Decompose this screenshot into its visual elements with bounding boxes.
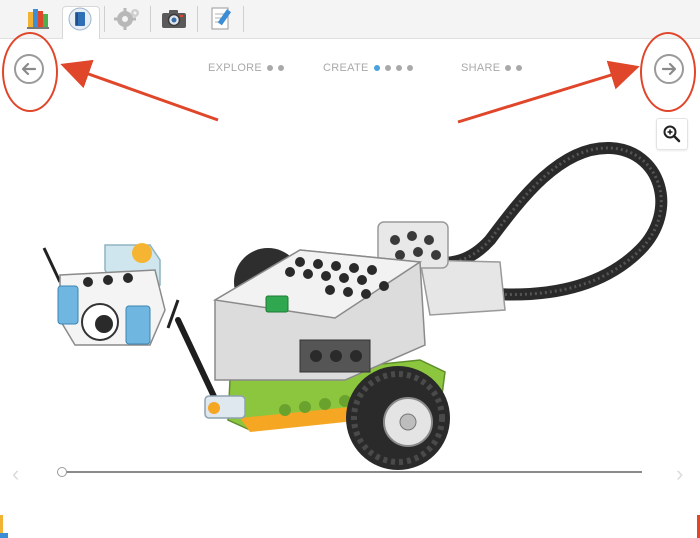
chevron-right-icon[interactable]: › xyxy=(676,463,683,485)
timeline-slider-handle[interactable] xyxy=(57,467,67,477)
background-strip xyxy=(0,515,700,538)
callout-arrows xyxy=(60,59,640,124)
chevron-left-icon[interactable]: ‹ xyxy=(12,463,19,485)
callout-arrow-previous xyxy=(60,59,219,122)
callout-arrow-next xyxy=(457,60,640,124)
robot-model-illustration xyxy=(42,141,668,470)
timeline-slider-track[interactable] xyxy=(62,471,642,473)
